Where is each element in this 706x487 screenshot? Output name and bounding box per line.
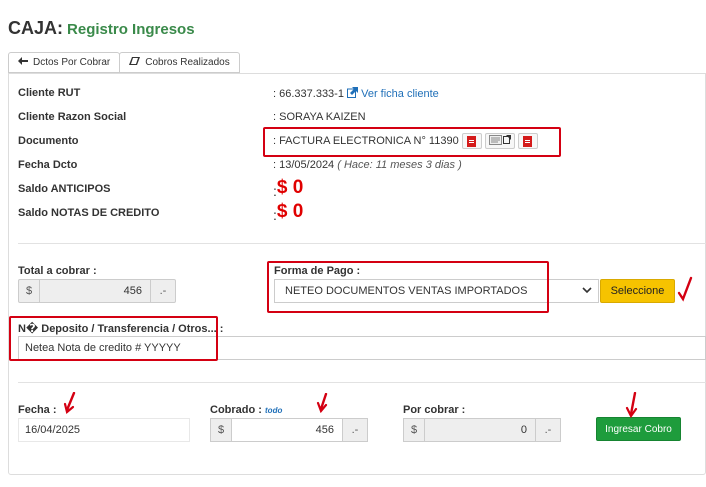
total-cobrar-label: Total a cobrar : [18, 265, 97, 277]
divider [18, 243, 706, 244]
seleccione-button[interactable]: Seleccione [600, 279, 675, 303]
annotation-box-forma-pago [267, 261, 549, 313]
checkmark-annotation-icon [677, 276, 693, 302]
razon-social-row: : SORAYA KAIZEN [273, 111, 366, 123]
tab-cobros-realizados[interactable]: Cobros Realizados [119, 52, 240, 73]
saldo-anticipos-row: : $ 0 [273, 177, 304, 199]
annotation-box-documento [263, 127, 561, 157]
fecha-dcto-note: ( Hace: 11 meses 3 dias ) [337, 159, 462, 171]
tab-bar: Dctos Por Cobrar Cobros Realizados [8, 52, 240, 73]
fecha-dcto-value: 13/05/2024 [279, 159, 335, 171]
por-cobrar-group: $ 0 .- [403, 418, 561, 442]
arrow-left-icon [18, 57, 28, 68]
saldo-nc-value: $ 0 [276, 201, 304, 222]
razon-social-value: SORAYA KAIZEN [279, 111, 366, 123]
decimal-addon: .- [535, 418, 561, 442]
currency-addon: $ [18, 279, 40, 303]
external-link-icon[interactable] [347, 87, 361, 100]
todo-link[interactable]: todo [265, 406, 282, 415]
saldo-anticipos-value: $ 0 [276, 177, 304, 198]
saldo-nc-row: : $ 0 [273, 201, 304, 223]
rut-value: 66.337.333-1 [279, 88, 344, 100]
arrow-annotation-icon [625, 392, 638, 418]
por-cobrar-label: Por cobrar : [403, 404, 466, 416]
cobrado-label: Cobrado : [210, 404, 262, 416]
fecha-cobro-label: Fecha : [18, 404, 57, 416]
ingresar-cobro-button[interactable]: Ingresar Cobro [596, 417, 681, 441]
arrow-annotation-icon [63, 392, 76, 414]
saldo-anticipos-label: Saldo ANTICIPOS [18, 183, 111, 195]
cobrado-input[interactable]: 456 [232, 418, 342, 442]
annotation-box-deposito [9, 316, 218, 361]
tab-dctos-por-cobrar[interactable]: Dctos Por Cobrar [8, 52, 121, 73]
arrow-annotation-icon [316, 393, 328, 413]
eraser-icon [129, 57, 141, 68]
fecha-cobro-input[interactable]: 16/04/2025 [18, 418, 190, 442]
cobrado-label-row: Cobrado : todo [210, 404, 282, 416]
decimal-addon: .- [342, 418, 368, 442]
fecha-dcto-row: : 13/05/2024 ( Hace: 11 meses 3 dias ) [273, 159, 462, 171]
chevron-down-icon [582, 285, 592, 297]
fecha-dcto-label: Fecha Dcto [18, 159, 78, 171]
rut-value-row: : 66.337.333-1 Ver ficha cliente [273, 87, 439, 100]
currency-addon: $ [403, 418, 425, 442]
page-title-main: CAJA: [8, 18, 64, 38]
page-subtitle: Registro Ingresos [67, 21, 195, 38]
decimal-addon: .- [150, 279, 176, 303]
total-cobrar-field: 456 [40, 279, 150, 303]
rut-label: Cliente RUT [18, 87, 81, 99]
tab-label: Dctos Por Cobrar [33, 57, 111, 68]
total-cobrar-group: $ 456 .- [18, 279, 176, 303]
page-title: CAJA: Registro Ingresos [8, 18, 195, 39]
tab-label: Cobros Realizados [145, 57, 230, 68]
saldo-nc-label: Saldo NOTAS DE CREDITO [18, 207, 160, 219]
divider [18, 382, 706, 383]
currency-addon: $ [210, 418, 232, 442]
ver-ficha-cliente-link[interactable]: Ver ficha cliente [361, 88, 439, 100]
razon-social-label: Cliente Razon Social [18, 111, 127, 123]
por-cobrar-field: 0 [425, 418, 535, 442]
cobrado-group: $ 456 .- [210, 418, 368, 442]
documento-label: Documento [18, 135, 79, 147]
